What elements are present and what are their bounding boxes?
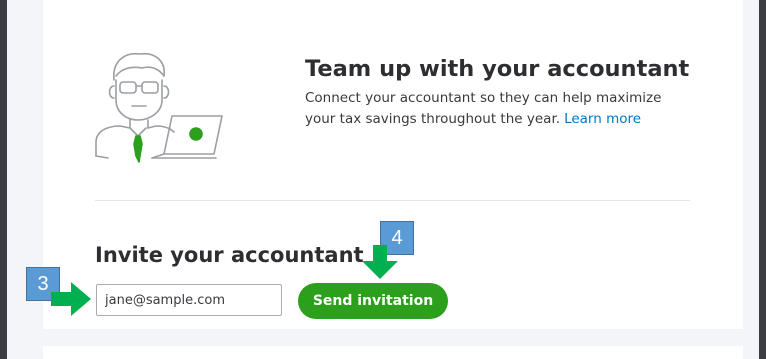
arrow-down-icon	[362, 245, 398, 279]
learn-more-link[interactable]: Learn more	[564, 111, 641, 127]
section-divider	[95, 200, 690, 201]
promo-description: Connect your accountant so they can help…	[305, 88, 695, 130]
accountant-illustration-icon	[95, 52, 223, 163]
arrow-right-icon	[51, 282, 91, 316]
invite-title: Invite your accountant	[95, 243, 364, 267]
window-frame-left	[0, 0, 7, 359]
promo-title: Team up with your accountant	[305, 56, 690, 82]
window-frame-right	[759, 0, 766, 359]
accountant-email-input[interactable]	[96, 284, 282, 316]
send-invitation-button[interactable]: Send invitation	[298, 283, 448, 319]
next-card-edge	[43, 346, 743, 359]
